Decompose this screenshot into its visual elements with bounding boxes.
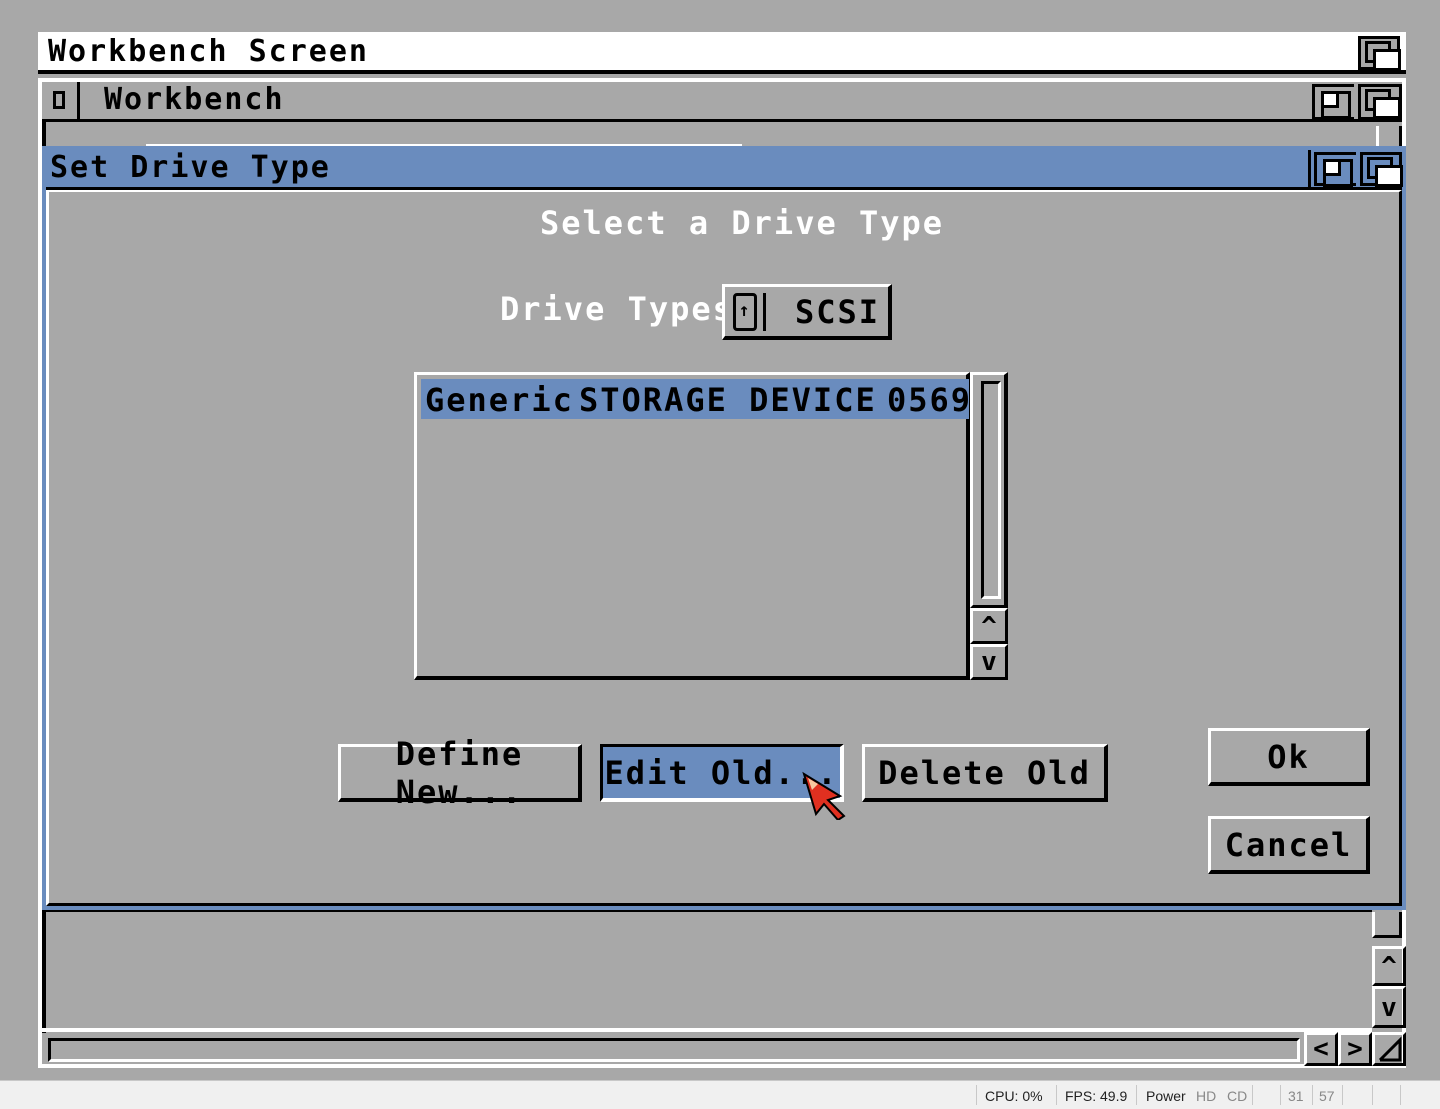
list-scroll-up-icon[interactable]: ^ — [970, 608, 1008, 644]
scroll-down-arrow-icon[interactable]: v — [1372, 986, 1406, 1028]
scroll-left-arrow-icon[interactable]: < — [1304, 1032, 1338, 1066]
list-item[interactable]: Generic STORAGE DEVICE 0569 — [421, 379, 973, 419]
drive-types-label: Drive Types: — [500, 290, 756, 328]
workbench-depth-gadget[interactable] — [1358, 84, 1402, 120]
screen-title-bar: Workbench Screen — [38, 32, 1406, 74]
list-scroll-knob[interactable] — [981, 381, 1001, 599]
drive-counter-1: 31 — [1288, 1088, 1304, 1104]
power-led: Power — [1146, 1088, 1186, 1104]
cpu-usage: CPU: 0% — [985, 1088, 1043, 1104]
list-item-vendor: Generic — [425, 381, 574, 419]
drive-type-list[interactable]: Generic STORAGE DEVICE 0569 — [414, 372, 970, 680]
right-scroll-knob[interactable] — [1372, 912, 1402, 938]
scroll-right-arrow-icon[interactable]: > — [1338, 1032, 1372, 1066]
list-item-revision: 0569 — [887, 381, 973, 419]
hd-led: HD — [1196, 1088, 1217, 1104]
cancel-button[interactable]: Cancel — [1208, 816, 1370, 874]
dialog-gadget-divider — [1308, 150, 1311, 190]
cycle-icon: ↑ — [733, 293, 757, 331]
screen-title: Workbench Screen — [48, 34, 369, 69]
dialog-heading: Select a Drive Type — [540, 204, 945, 242]
delete-old-button[interactable]: Delete Old — [862, 744, 1108, 802]
close-gadget[interactable] — [42, 82, 80, 119]
horizontal-scroll-track[interactable] — [48, 1038, 1300, 1062]
list-scroll-down-icon[interactable]: v — [970, 644, 1008, 680]
workbench-titlebar[interactable]: Workbench — [42, 82, 1402, 122]
size-gadget[interactable] — [1372, 1032, 1406, 1066]
scroll-up-arrow-icon[interactable]: ^ — [1372, 946, 1406, 986]
dialog-title: Set Drive Type — [50, 150, 331, 185]
emulator-status-bar: CPU: 0% FPS: 49.9 Power HD CD 31 57 — [0, 1080, 1440, 1109]
list-item-product: STORAGE DEVICE — [579, 381, 877, 419]
list-scrollbar[interactable] — [970, 372, 1008, 608]
drive-types-value: SCSI — [795, 293, 881, 331]
fps-readout: FPS: 49.9 — [1065, 1088, 1128, 1104]
cycle-divider — [763, 293, 766, 331]
workbench-zoom-gadget[interactable] — [1312, 84, 1354, 120]
workbench-scroll-gutter — [42, 1028, 1372, 1032]
drive-types-cycle-button[interactable]: ↑ SCSI — [722, 284, 892, 340]
ok-button[interactable]: Ok — [1208, 728, 1370, 786]
drive-counter-2: 57 — [1319, 1088, 1335, 1104]
dialog-depth-gadget[interactable] — [1360, 152, 1403, 187]
close-icon — [53, 91, 65, 109]
workbench-bottom-left-edge — [42, 908, 46, 1033]
workbench-title: Workbench — [104, 82, 285, 117]
dialog-titlebar[interactable]: Set Drive Type — [46, 150, 1403, 190]
resize-icon — [1378, 1036, 1402, 1062]
define-new-button[interactable]: Define New... — [338, 735, 582, 811]
screen-depth-gadget[interactable] — [1358, 36, 1401, 71]
dialog-zoom-gadget[interactable] — [1314, 152, 1356, 187]
cd-led: CD — [1227, 1088, 1248, 1104]
mouse-pointer-icon — [802, 771, 846, 820]
